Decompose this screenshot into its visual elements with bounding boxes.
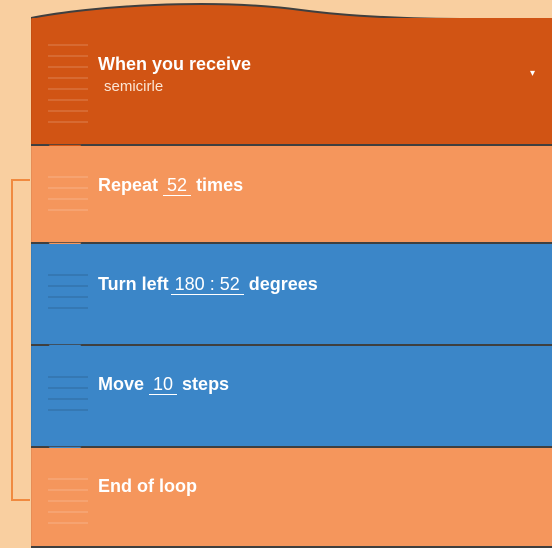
drag-handle[interactable] bbox=[48, 274, 88, 318]
move-prefix: Move bbox=[98, 374, 145, 394]
end-of-loop-block[interactable]: End of loop bbox=[31, 448, 552, 548]
drag-handle[interactable] bbox=[48, 176, 88, 220]
repeat-prefix: Repeat bbox=[98, 175, 159, 195]
turn-suffix: degrees bbox=[248, 274, 318, 294]
turn-label: Turn left 180 : 52 degrees bbox=[98, 274, 318, 295]
repeat-label: Repeat 52 times bbox=[98, 175, 243, 196]
move-label: Move 10 steps bbox=[98, 374, 229, 395]
end-of-loop-label: End of loop bbox=[98, 476, 197, 496]
drag-handle[interactable] bbox=[48, 478, 88, 533]
turn-left-block[interactable]: Turn left 180 : 52 degrees bbox=[31, 244, 552, 344]
turn-angle-input[interactable]: 180 : 52 bbox=[170, 275, 244, 295]
when-you-receive-block[interactable]: When you receive semicirle ▾ bbox=[31, 18, 552, 144]
move-steps-input[interactable]: 10 bbox=[149, 375, 178, 395]
drag-handle[interactable] bbox=[48, 376, 88, 420]
block-title: When you receive bbox=[98, 54, 252, 74]
repeat-block[interactable]: Repeat 52 times bbox=[31, 146, 552, 242]
script-canvas: When you receive semicirle ▾ Repeat 52 tim… bbox=[0, 0, 552, 548]
dropdown-arrow-icon[interactable]: ▾ bbox=[530, 68, 535, 79]
drag-handle[interactable] bbox=[48, 44, 88, 132]
message-name[interactable]: semicirle bbox=[104, 78, 163, 95]
repeat-count-input[interactable]: 52 bbox=[163, 176, 192, 196]
repeat-suffix: times bbox=[196, 175, 244, 195]
move-suffix: steps bbox=[182, 374, 230, 394]
loop-bracket bbox=[11, 179, 30, 501]
move-block[interactable]: Move 10 steps bbox=[31, 346, 552, 446]
turn-prefix: Turn left bbox=[98, 274, 169, 294]
